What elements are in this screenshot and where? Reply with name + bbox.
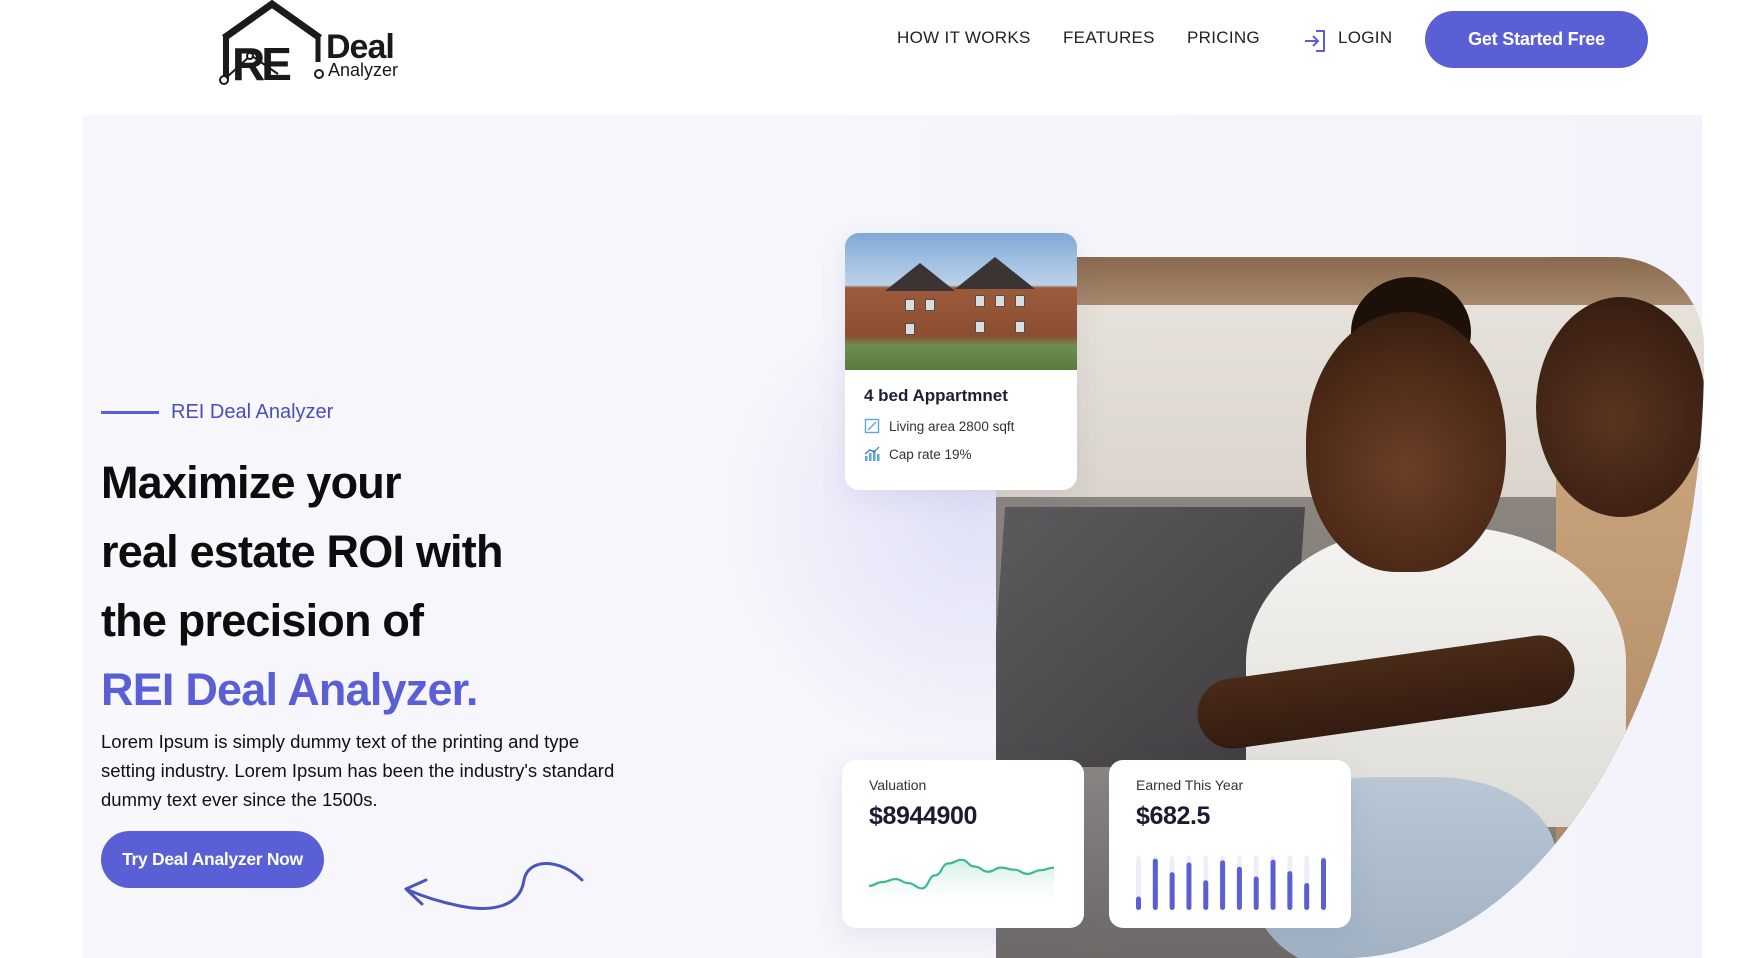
bar [1220, 860, 1226, 910]
earned-card[interactable]: Earned This Year $682.5 [1109, 760, 1351, 928]
chart-bars-icon [864, 446, 880, 461]
bar [1203, 880, 1209, 910]
login-arrow-icon[interactable] [1302, 28, 1328, 54]
prop-window [995, 295, 1005, 307]
earned-value: $682.5 [1136, 802, 1211, 830]
area-icon [864, 418, 880, 434]
bar [1287, 871, 1293, 910]
nav-features[interactable]: FEATURES [1063, 28, 1155, 48]
bar [1236, 866, 1242, 910]
bar [1169, 872, 1175, 910]
earned-bar-chart [1136, 856, 1326, 910]
eyebrow-text: REI Deal Analyzer [171, 400, 334, 423]
prop-window [925, 299, 935, 311]
earned-label: Earned This Year [1136, 777, 1244, 793]
headline-line-3: the precision of [101, 595, 424, 646]
prop-window [975, 295, 985, 307]
photo-woman-head [1306, 312, 1506, 572]
landing-page: RE Deal Analyzer HOW IT WORKS FEATURES P… [0, 0, 1755, 958]
valuation-value: $8944900 [869, 802, 978, 830]
hero-description: Lorem Ipsum is simply dummy text of the … [101, 731, 615, 810]
valuation-sparkline [869, 858, 1054, 908]
headline-accent: REI Deal Analyzer. [101, 664, 478, 715]
prop-window [905, 299, 915, 311]
prop-window [975, 321, 985, 333]
valuation-label: Valuation [869, 777, 927, 793]
bar [1304, 883, 1310, 910]
property-card[interactable]: 4 bed Appartmnet Living area 2800 sqft C… [845, 233, 1077, 490]
bar [1270, 859, 1276, 910]
nav-how-it-works[interactable]: HOW IT WORKS [897, 28, 1031, 48]
headline-line-2: real estate ROI with [101, 526, 503, 577]
valuation-card[interactable]: Valuation $8944900 [842, 760, 1084, 928]
eyebrow-line [101, 410, 159, 414]
hero-headline: Maximize your real estate ROI with the p… [101, 448, 661, 724]
living-area-text: Living area 2800 sqft [889, 418, 1015, 434]
nav-pricing[interactable]: PRICING [1187, 28, 1260, 48]
property-title: 4 bed Appartmnet [864, 386, 1008, 405]
headline-line-1: Maximize your [101, 457, 402, 508]
curved-arrow-icon [404, 862, 584, 910]
prop-roof-right [955, 257, 1035, 289]
bar [1152, 858, 1158, 910]
photo-man-head [1536, 297, 1704, 517]
try-deal-analyzer-button[interactable]: Try Deal Analyzer Now [101, 831, 324, 888]
get-started-button[interactable]: Get Started Free [1425, 11, 1648, 68]
prop-window [1015, 295, 1025, 307]
nav-login[interactable]: LOGIN [1338, 28, 1392, 48]
bar [1186, 862, 1192, 910]
bar [1136, 896, 1141, 910]
prop-window [905, 323, 915, 335]
bar [1321, 858, 1326, 910]
hero-eyebrow: REI Deal Analyzer [101, 398, 333, 426]
property-cap-rate: Cap rate 19% [864, 444, 972, 464]
sparkline-area [869, 859, 1054, 908]
cap-rate-text: Cap rate 19% [889, 446, 972, 462]
logo-word-analyzer: Analyzer [328, 60, 399, 80]
site-header: RE Deal Analyzer HOW IT WORKS FEATURES P… [0, 0, 1755, 100]
photo-shelf [996, 257, 1704, 305]
property-image [845, 233, 1077, 370]
prop-roof-left [885, 263, 955, 291]
prop-window [1015, 321, 1025, 333]
property-living-area: Living area 2800 sqft [864, 416, 1014, 436]
bar [1253, 876, 1259, 910]
